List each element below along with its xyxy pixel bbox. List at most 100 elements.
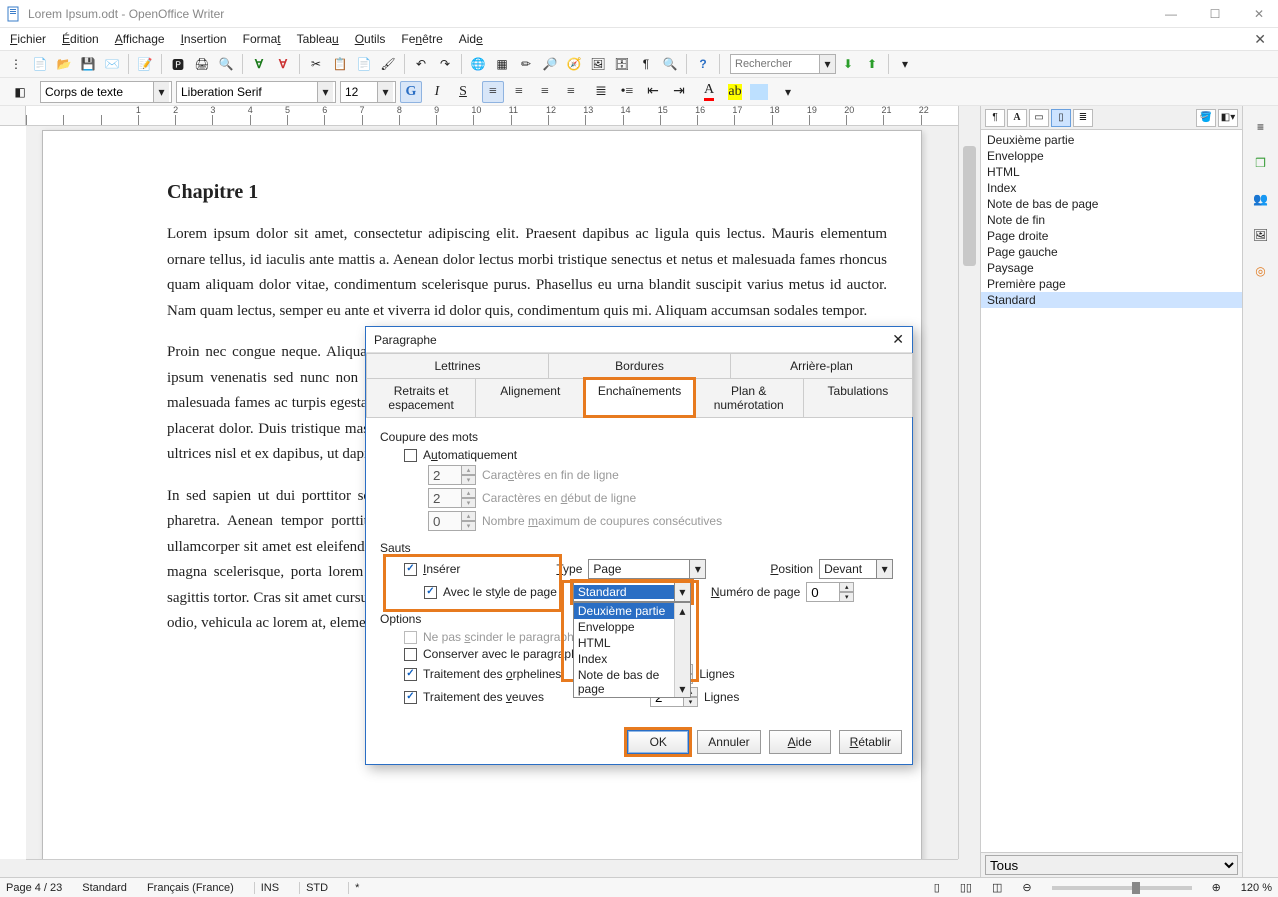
dropdown-option[interactable]: Deuxième partie <box>574 603 690 619</box>
character-styles-icon[interactable]: A <box>1007 109 1027 127</box>
tab-outline[interactable]: Plan & numérotation <box>694 378 804 417</box>
with-page-style-checkbox[interactable] <box>424 586 437 599</box>
align-left-button[interactable]: ≡ <box>482 81 504 103</box>
page-styles-icon[interactable]: ▯ <box>1051 109 1071 127</box>
font-name-input[interactable] <box>177 82 317 102</box>
copy-icon[interactable]: 📋 <box>329 53 351 75</box>
style-list-item[interactable]: Deuxième partie <box>981 132 1242 148</box>
format-paint-icon[interactable]: 🖌 <box>377 53 399 75</box>
align-right-button[interactable]: ≡ <box>534 81 556 103</box>
tab-textflow[interactable]: Enchaînements <box>584 378 694 417</box>
menu-view[interactable]: Affichage <box>109 30 171 48</box>
horizontal-scrollbar[interactable] <box>26 859 958 877</box>
redo-icon[interactable]: ↷ <box>434 53 456 75</box>
toolbar-options-icon[interactable]: ▾ <box>894 53 916 75</box>
save-icon[interactable]: 💾 <box>77 53 99 75</box>
reset-button[interactable]: Rétablir <box>839 730 902 754</box>
nonprinting-icon[interactable]: ¶ <box>635 53 657 75</box>
zoom-in-icon[interactable]: ⊕ <box>1212 881 1221 894</box>
new-doc-icon[interactable]: 📄 <box>29 53 51 75</box>
font-size-select[interactable]: ▾ <box>340 81 396 103</box>
break-type-select[interactable]: Page▾ <box>588 559 706 579</box>
bg-color-button[interactable] <box>750 84 768 100</box>
zoom-value[interactable]: 120 % <box>1241 882 1272 894</box>
maximize-button[interactable]: ☐ <box>1202 7 1228 21</box>
menu-file[interactable]: Fichier <box>4 30 52 48</box>
cancel-button[interactable]: Annuler <box>697 730 760 754</box>
paragraph-style-input[interactable] <box>41 82 153 102</box>
view-multi-icon[interactable]: ▯▯ <box>960 881 972 894</box>
toolbar-options-icon[interactable]: ▾ <box>777 81 799 103</box>
insert-break-checkbox[interactable] <box>404 563 417 576</box>
pageno-spinner[interactable]: ▴▾ <box>806 582 854 602</box>
help-icon[interactable]: ? <box>692 53 714 75</box>
new-style-icon[interactable]: ◧▾ <box>1218 109 1238 127</box>
zoom-slider[interactable] <box>1052 886 1192 890</box>
edit-doc-icon[interactable]: 📝 <box>134 53 156 75</box>
minimize-button[interactable]: — <box>1158 7 1184 21</box>
style-list-item[interactable]: Page gauche <box>981 244 1242 260</box>
sidebar-properties-icon[interactable]: ❒ <box>1248 150 1274 176</box>
style-list-item[interactable]: Page droite <box>981 228 1242 244</box>
align-justify-button[interactable]: ≡ <box>560 81 582 103</box>
style-list-item[interactable]: Enveloppe <box>981 148 1242 164</box>
tab-indents[interactable]: Retraits et espacement <box>366 378 476 417</box>
paragraph-styles-icon[interactable]: ¶ <box>985 109 1005 127</box>
tab-dropcaps[interactable]: Lettrines <box>366 353 549 378</box>
bold-button[interactable]: G <box>400 81 422 103</box>
font-size-input[interactable] <box>341 82 377 102</box>
email-icon[interactable]: ✉️ <box>101 53 123 75</box>
style-list-item[interactable]: Standard <box>981 292 1242 308</box>
auto-hyphen-checkbox[interactable] <box>404 449 417 462</box>
print-preview-icon[interactable]: 🔍 <box>215 53 237 75</box>
dialog-titlebar[interactable]: Paragraphe ✕ <box>366 327 912 353</box>
style-list-item[interactable]: Index <box>981 180 1242 196</box>
sidebar-styles-icon[interactable]: 👥 <box>1248 186 1274 212</box>
bullet-list-button[interactable]: •≡ <box>616 81 638 103</box>
style-list-item[interactable]: Paysage <box>981 260 1242 276</box>
dropdown-scrollbar[interactable]: ▴▾ <box>674 603 690 697</box>
help-button[interactable]: Aide <box>769 730 831 754</box>
status-language[interactable]: Français (France) <box>147 882 234 894</box>
increase-indent-button[interactable]: ⇥ <box>668 81 690 103</box>
spellcheck-icon[interactable]: ꓯ <box>248 53 270 75</box>
style-list-item[interactable]: Première page <box>981 276 1242 292</box>
numbered-list-button[interactable]: ≣ <box>590 81 612 103</box>
styles-window-icon[interactable]: ◧ <box>9 81 31 103</box>
menu-window[interactable]: Fenêtre <box>395 30 448 48</box>
zoom-out-icon[interactable]: ⊖ <box>1022 881 1031 894</box>
style-list-item[interactable]: HTML <box>981 164 1242 180</box>
undo-icon[interactable]: ↶ <box>410 53 432 75</box>
dropdown-option[interactable]: HTML <box>574 635 690 651</box>
font-color-button[interactable]: A <box>698 81 720 103</box>
italic-button[interactable]: I <box>426 81 448 103</box>
draw-icon[interactable]: ✏ <box>515 53 537 75</box>
align-center-button[interactable]: ≡ <box>508 81 530 103</box>
close-document-button[interactable]: ✕ <box>1246 31 1274 48</box>
navigator-icon[interactable]: 🧭 <box>563 53 585 75</box>
menu-table[interactable]: Tableau <box>291 30 345 48</box>
status-selection[interactable]: STD <box>299 882 328 894</box>
vertical-scrollbar[interactable] <box>958 106 980 859</box>
chevron-down-icon[interactable]: ▾ <box>317 82 333 102</box>
search-input[interactable] <box>730 54 820 74</box>
widow-checkbox[interactable] <box>404 691 417 704</box>
list-styles-icon[interactable]: ≣ <box>1073 109 1093 127</box>
open-icon[interactable]: 📂 <box>53 53 75 75</box>
style-list-item[interactable]: Note de bas de page <box>981 196 1242 212</box>
tab-alignment[interactable]: Alignement <box>475 378 585 417</box>
print-icon[interactable]: 🖨 <box>191 53 213 75</box>
keep-next-checkbox[interactable] <box>404 648 417 661</box>
style-list[interactable]: Deuxième partieEnveloppeHTMLIndexNote de… <box>981 130 1242 852</box>
underline-button[interactable]: S <box>452 81 474 103</box>
close-icon[interactable]: ✕ <box>892 331 904 348</box>
chevron-down-icon[interactable]: ▾ <box>153 82 169 102</box>
paste-icon[interactable]: 📄 <box>353 53 375 75</box>
gallery-icon[interactable]: 🖼 <box>587 53 609 75</box>
paragraph-style-select[interactable]: ▾ <box>40 81 172 103</box>
search-dd-icon[interactable]: ▾ <box>820 54 836 74</box>
tab-borders[interactable]: Bordures <box>548 353 731 378</box>
chevron-down-icon[interactable]: ▾ <box>377 82 393 102</box>
menu-format[interactable]: Format <box>237 30 287 48</box>
export-pdf-icon[interactable]: 🅿 <box>167 53 189 75</box>
